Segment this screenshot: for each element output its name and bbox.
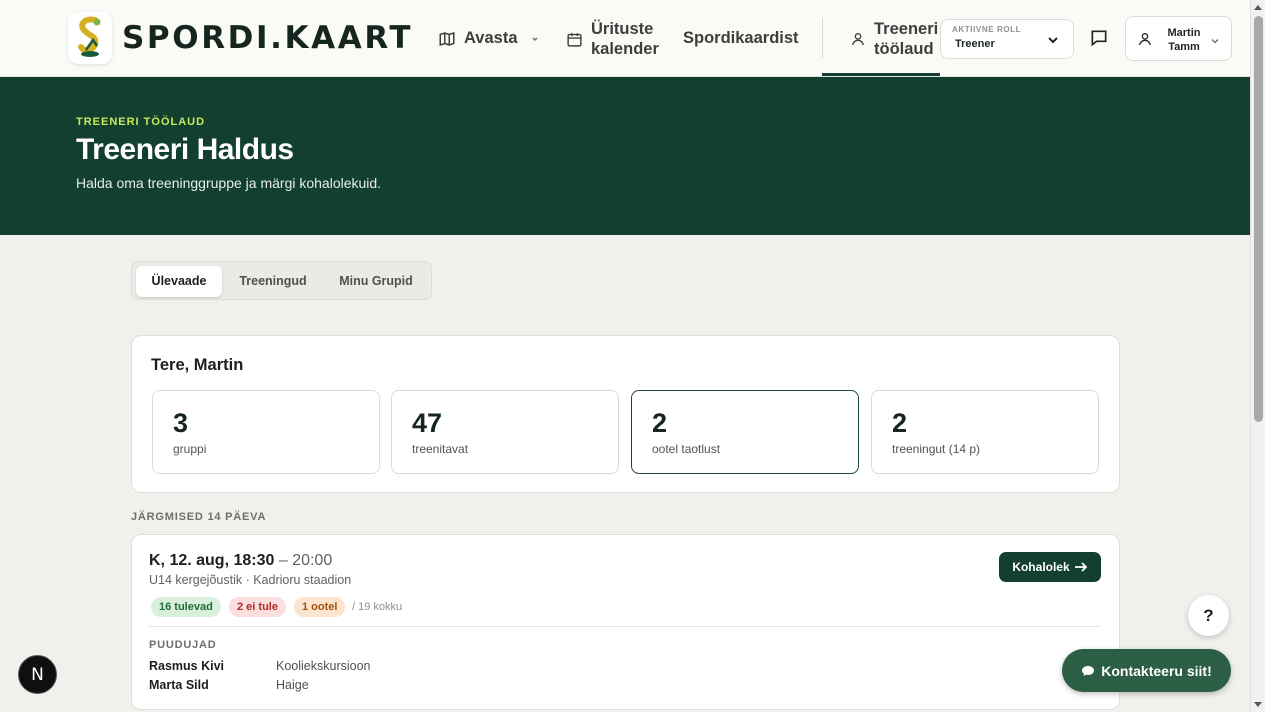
contact-button-label: Kontakteeru siit!	[1101, 662, 1212, 679]
messages-button[interactable]	[1086, 25, 1112, 51]
total-count: / 19 kokku	[352, 601, 403, 613]
session-card: K, 12. aug, 18:30 – 20:00 U14 kergejõust…	[131, 534, 1120, 710]
chat-icon	[1091, 30, 1107, 47]
attendance-button[interactable]: Kohalolek	[999, 552, 1101, 582]
stat-label: treeningut (14 p)	[892, 442, 981, 456]
page-title: Treeneri Haldus	[76, 133, 294, 166]
user-name: Martin Tamm	[1156, 26, 1212, 54]
active-nav-indicator	[822, 73, 940, 76]
nav-directory[interactable]: Spordikaardist	[683, 29, 799, 48]
section-heading: JÄRGMISED 14 PÄEVA	[131, 511, 267, 523]
scroll-thumb[interactable]	[1254, 16, 1263, 422]
nav-explore-label: Avasta	[464, 29, 518, 47]
nav-dashboard-line1: Treeneri	[874, 20, 939, 38]
session-meta: U14 kergejõustik · Kadrioru staadion	[149, 573, 352, 587]
scroll-down-arrow[interactable]	[1254, 702, 1262, 707]
scroll-up-arrow[interactable]	[1254, 5, 1262, 10]
logo-icon[interactable]	[68, 12, 112, 64]
stat-trainees[interactable]: 47 treenitavat	[391, 390, 619, 474]
nav-dashboard-line2: töölaud	[874, 40, 934, 58]
absent-name: Marta Sild	[149, 678, 209, 692]
stat-pending-requests[interactable]: 2 ootel taotlust	[631, 390, 859, 474]
session-time: K, 12. aug, 18:30 – 20:00	[149, 552, 332, 570]
tab-my-groups[interactable]: Minu Grupid	[324, 266, 428, 297]
arrow-right-icon	[1074, 562, 1087, 572]
nav-directory-label: Spordikaardist	[683, 29, 799, 47]
absent-heading: PUUDUJAD	[149, 639, 217, 651]
nav-calendar-line2: kalender	[591, 40, 659, 58]
role-selector[interactable]: AKTIIVNE ROLL Treener	[940, 19, 1074, 59]
stat-label: treenitavat	[412, 442, 469, 456]
page-subtitle: Halda oma treeninggruppe ja märgi kohalo…	[76, 175, 382, 191]
stat-label: ootel taotlust	[652, 442, 721, 456]
calendar-icon	[567, 32, 582, 47]
summary-card: Tere, Martin 3 gruppi 47 treenitavat 2 o…	[131, 335, 1120, 493]
user-icon	[1139, 33, 1151, 46]
session-start: K, 12. aug, 18:30	[149, 552, 275, 569]
role-label: AKTIIVNE ROLL	[952, 25, 1022, 34]
page-scrollbar[interactable]	[1250, 0, 1265, 712]
user-menu[interactable]: Martin Tamm	[1125, 16, 1232, 61]
user-icon	[852, 33, 864, 46]
chevron-down-icon	[531, 36, 538, 41]
tab-trainings[interactable]: Treeningud	[226, 266, 320, 297]
tab-overview[interactable]: Ülevaade	[136, 266, 222, 297]
greeting: Tere, Martin	[151, 356, 244, 374]
stat-trainings[interactable]: 2 treeningut (14 p)	[871, 390, 1099, 474]
hero-eyebrow: TREENERI TÖÖLAUD	[76, 116, 206, 128]
absent-reason: Haige	[276, 678, 309, 692]
chat-bubble-icon	[1082, 665, 1095, 676]
absent-name: Rasmus Kivi	[149, 659, 225, 673]
stat-value: 47	[412, 408, 443, 438]
attendance-button-label: Kohalolek	[1012, 560, 1070, 574]
stat-value: 2	[892, 408, 908, 438]
chevron-down-icon	[1048, 37, 1058, 44]
nav-coach-dashboard[interactable]: Treeneri töölaud	[850, 19, 938, 59]
help-button[interactable]: ?	[1188, 595, 1229, 636]
nav-explore[interactable]: Avasta	[438, 29, 540, 48]
nav-calendar[interactable]: Ürituste kalender	[566, 19, 659, 59]
stat-value: 2	[652, 408, 668, 438]
map-icon	[439, 31, 455, 46]
user-first-name: Martin	[1167, 27, 1201, 39]
divider	[149, 626, 1101, 627]
top-header: SPORDI.KAART Avasta Ürituste kalender Sp…	[0, 0, 1250, 77]
stat-value: 3	[173, 408, 189, 438]
hero-banner: TREENERI TÖÖLAUD Treeneri Haldus Halda o…	[0, 77, 1250, 235]
contact-button[interactable]: Kontakteeru siit!	[1062, 649, 1231, 692]
role-value: Treener	[955, 38, 995, 50]
chevron-down-icon	[1211, 39, 1219, 44]
coming-badge: 16 tulevad	[151, 597, 221, 617]
dev-badge[interactable]: N	[18, 655, 57, 694]
stat-groups[interactable]: 3 gruppi	[152, 390, 380, 474]
brand-name[interactable]: SPORDI.KAART	[122, 19, 413, 57]
nav-divider	[822, 18, 823, 58]
absent-reason: Kooliekskursioon	[276, 659, 371, 673]
user-last-name: Tamm	[1168, 41, 1200, 53]
tab-bar: Ülevaade Treeningud Minu Grupid	[131, 261, 432, 300]
not-coming-badge: 2 ei tule	[229, 597, 286, 617]
session-end: – 20:00	[274, 552, 333, 569]
pending-badge: 1 ootel	[294, 597, 346, 617]
nav-calendar-line1: Ürituste	[591, 20, 654, 38]
stat-label: gruppi	[173, 442, 207, 456]
